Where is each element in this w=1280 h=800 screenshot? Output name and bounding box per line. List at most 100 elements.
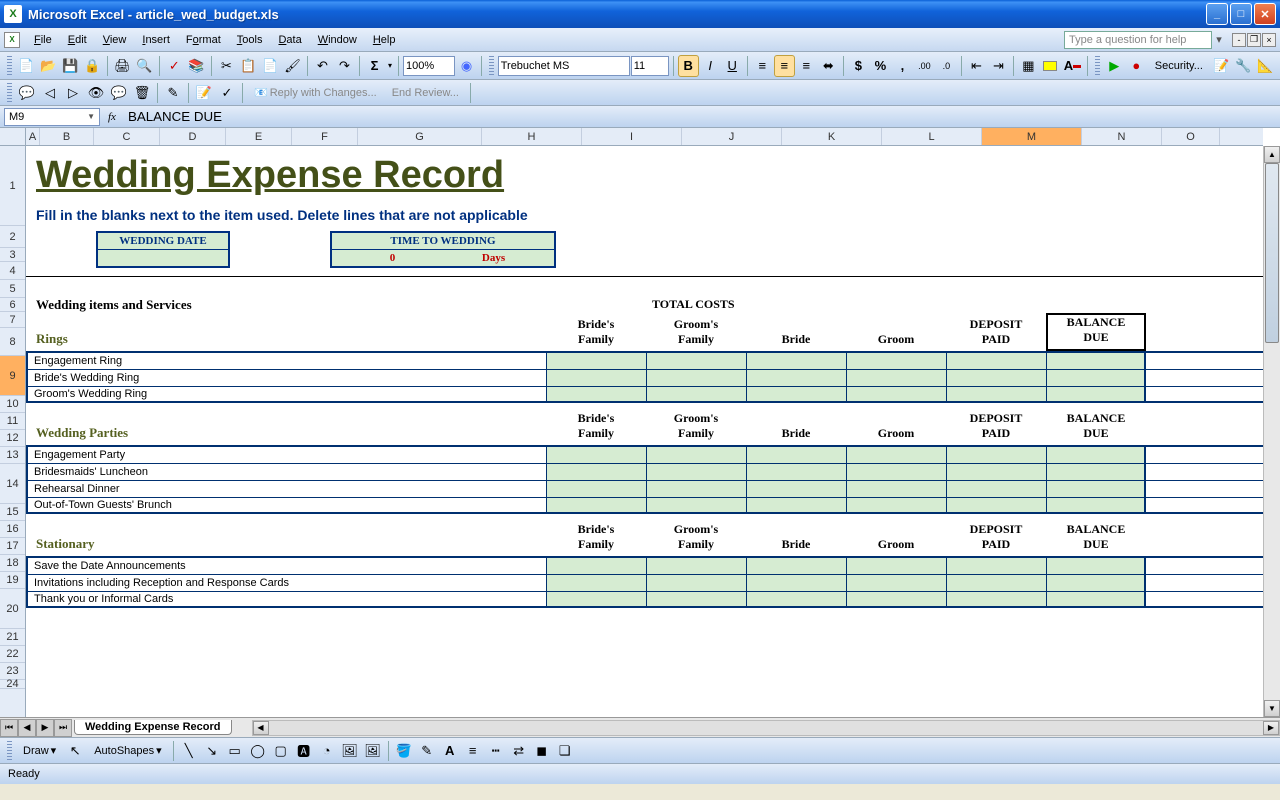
col-header-G[interactable]: G (358, 128, 482, 145)
help-search-input[interactable] (1064, 31, 1212, 49)
draw-menu-button[interactable]: Draw ▾ (16, 740, 63, 762)
value-cell[interactable] (946, 387, 1046, 401)
toolbar-grip-format[interactable] (489, 56, 494, 76)
horizontal-scrollbar[interactable]: ◀ ▶ (252, 720, 1280, 736)
value-cell[interactable] (646, 481, 746, 497)
select-all-corner[interactable] (0, 128, 26, 146)
menu-window[interactable]: Window (310, 31, 365, 49)
decrease-decimal-button[interactable]: .0 (936, 55, 957, 77)
new-comment-button[interactable]: 💬 (16, 82, 38, 104)
scroll-up-button[interactable]: ▲ (1264, 146, 1280, 163)
value-cell[interactable] (846, 575, 946, 591)
value-cell[interactable] (546, 464, 646, 480)
value-cell[interactable] (546, 498, 646, 512)
row-header-9[interactable]: 9 (0, 356, 25, 396)
name-box[interactable]: M9▼ (4, 108, 100, 126)
font-size-combo[interactable] (631, 56, 669, 76)
row-header-22[interactable]: 22 (0, 646, 25, 663)
vertical-scrollbar[interactable]: ▲ ▼ (1263, 146, 1280, 717)
scroll-right-button[interactable]: ▶ (1263, 721, 1279, 735)
row-header-24[interactable]: 24 (0, 680, 25, 689)
value-cell[interactable] (946, 447, 1046, 463)
textbox-button[interactable]: ▢ (270, 740, 292, 762)
align-right-button[interactable]: ≡ (796, 55, 817, 77)
value-cell[interactable] (946, 592, 1046, 606)
row-header-10[interactable]: 10 (0, 396, 25, 413)
value-cell[interactable] (746, 592, 846, 606)
toolbar-grip-draw[interactable] (7, 741, 12, 761)
underline-button[interactable]: U (722, 55, 743, 77)
align-center-button[interactable]: ≡ (774, 55, 795, 77)
col-header-H[interactable]: H (482, 128, 582, 145)
col-header-F[interactable]: F (292, 128, 358, 145)
value-cell[interactable] (546, 353, 646, 369)
show-ink-button[interactable]: ✎ (162, 82, 184, 104)
shadow-button[interactable]: ◼ (531, 740, 553, 762)
tab-next-button[interactable]: ▶ (36, 719, 54, 737)
value-cell[interactable] (946, 575, 1046, 591)
dash-style-button[interactable]: ┅ (485, 740, 507, 762)
open-button[interactable]: 📂 (38, 55, 59, 77)
value-cell[interactable] (546, 481, 646, 497)
value-cell[interactable] (1046, 575, 1146, 591)
value-cell[interactable] (946, 353, 1046, 369)
col-header-D[interactable]: D (160, 128, 226, 145)
col-header-N[interactable]: N (1082, 128, 1162, 145)
value-cell[interactable] (1046, 558, 1146, 574)
clipart-button[interactable]: 🖼 (339, 740, 361, 762)
row-header-5[interactable]: 5 (0, 280, 25, 298)
menu-format[interactable]: Format (178, 31, 229, 49)
comma-button[interactable]: , (892, 55, 913, 77)
value-cell[interactable] (846, 447, 946, 463)
help-dropdown[interactable]: ▾ (1212, 33, 1226, 46)
value-cell[interactable] (846, 353, 946, 369)
menu-tools[interactable]: Tools (229, 31, 271, 49)
row-header-12[interactable]: 12 (0, 430, 25, 447)
tab-last-button[interactable]: ⏭ (54, 719, 72, 737)
row-header-6[interactable]: 6 (0, 298, 25, 312)
formula-bar[interactable] (124, 108, 1276, 126)
print-preview-button[interactable]: 🔍 (134, 55, 155, 77)
font-color-button[interactable]: A (1062, 55, 1083, 77)
value-cell[interactable] (546, 575, 646, 591)
value-cell[interactable] (746, 498, 846, 512)
value-cell[interactable] (746, 370, 846, 386)
show-comment-button[interactable]: 👁 (85, 82, 107, 104)
scroll-left-button[interactable]: ◀ (253, 721, 269, 735)
col-header-I[interactable]: I (582, 128, 682, 145)
value-cell[interactable] (746, 575, 846, 591)
font-color-draw-button[interactable]: A (439, 740, 461, 762)
prev-comment-button[interactable]: ◁ (39, 82, 61, 104)
cut-button[interactable]: ✂ (216, 55, 237, 77)
play-macro-button[interactable]: ▶ (1104, 55, 1125, 77)
row-header-14[interactable]: 14 (0, 464, 25, 504)
undo-button[interactable]: ↶ (312, 55, 333, 77)
record-macro-button[interactable]: ● (1126, 55, 1147, 77)
paste-button[interactable]: 📄 (260, 55, 281, 77)
grid-content[interactable]: Wedding Expense Record Fill in the blank… (26, 146, 1263, 717)
track-changes-button[interactable]: 📝 (193, 82, 215, 104)
tab-first-button[interactable]: ⏮ (0, 719, 18, 737)
autoshapes-button[interactable]: AutoShapes ▾ (87, 740, 168, 762)
increase-decimal-button[interactable]: .00 (914, 55, 935, 77)
menu-data[interactable]: Data (270, 31, 309, 49)
end-review-button[interactable]: End Review... (385, 82, 466, 104)
col-header-E[interactable]: E (226, 128, 292, 145)
new-button[interactable]: 📄 (16, 55, 37, 77)
minimize-button[interactable]: _ (1206, 3, 1228, 25)
row-header-1[interactable]: 1 (0, 146, 25, 226)
line-style-button[interactable]: ≡ (462, 740, 484, 762)
menu-view[interactable]: View (95, 31, 135, 49)
tab-prev-button[interactable]: ◀ (18, 719, 36, 737)
value-cell[interactable] (846, 481, 946, 497)
format-painter-button[interactable]: 🖌 (282, 55, 303, 77)
line-button[interactable]: ╲ (178, 740, 200, 762)
currency-button[interactable]: $ (848, 55, 869, 77)
row-header-11[interactable]: 11 (0, 413, 25, 430)
value-cell[interactable] (646, 387, 746, 401)
col-header-L[interactable]: L (882, 128, 982, 145)
rectangle-button[interactable]: ▭ (224, 740, 246, 762)
wordart-button[interactable]: 🅰 (293, 740, 315, 762)
value-cell[interactable] (1046, 387, 1146, 401)
control-toolbox-button[interactable]: 🔧 (1233, 55, 1254, 77)
